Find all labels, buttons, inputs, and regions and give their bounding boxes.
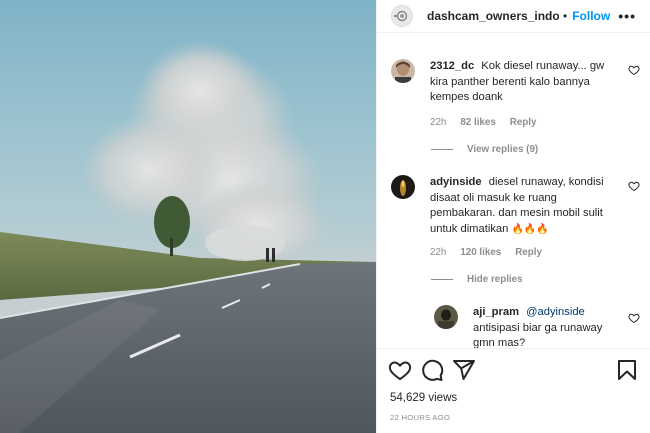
like-comment-heart-icon[interactable] — [628, 64, 640, 76]
dashcam-logo-icon — [394, 10, 408, 22]
fire-emoji: 🔥🔥🔥 — [511, 223, 549, 235]
comment-body: 2312_dc Kok diesel runaway... gw kira pa… — [430, 59, 614, 106]
comment-likes[interactable]: 82 likes — [460, 117, 495, 128]
hide-replies-toggle[interactable]: Hide replies — [431, 274, 523, 285]
separator-dot: • — [563, 9, 568, 23]
replies-line — [431, 149, 453, 150]
reply-mention[interactable]: @adyinside — [526, 306, 585, 318]
reply-text: antisipasi biar ga runaway gmn mas? — [473, 321, 603, 349]
author-username[interactable]: dashcam_owners_indonesia — [427, 9, 559, 23]
bookmark-icon[interactable] — [615, 358, 639, 382]
commenter-avatar[interactable] — [391, 59, 415, 83]
view-replies-toggle[interactable]: View replies (9) — [431, 144, 538, 155]
reply-button[interactable]: Reply — [515, 247, 542, 258]
post-timestamp[interactable]: 22 HOURS AGO — [390, 413, 450, 422]
reply-button[interactable]: Reply — [510, 117, 537, 128]
comment-username[interactable]: 2312_dc — [430, 60, 474, 72]
post-sidebar: dashcam_owners_indonesia • Follow ••• 23… — [376, 0, 650, 433]
post-actions: 54,629 views 22 HOURS AGO — [377, 348, 650, 433]
comment-username[interactable]: adyinside — [430, 176, 482, 188]
like-reply-heart-icon[interactable] — [628, 312, 640, 324]
reply-body: aji_pram @adyinside antisipasi biar ga r… — [473, 305, 614, 348]
video-frame-scene — [0, 40, 376, 433]
comments-list[interactable]: 2312_dc Kok diesel runaway... gw kira pa… — [377, 34, 650, 348]
author-avatar[interactable] — [391, 5, 413, 27]
comment-likes[interactable]: 120 likes — [460, 247, 501, 258]
avatar-photo-icon — [391, 175, 415, 199]
replier-avatar[interactable] — [434, 305, 458, 329]
reply-username[interactable]: aji_pram — [473, 306, 519, 318]
post-video[interactable] — [0, 0, 376, 433]
comment-meta: 22h 120 likes Reply — [430, 247, 556, 258]
follow-button[interactable]: Follow — [572, 9, 610, 23]
comment-body: adyinside diesel runaway, kondisi disaat… — [430, 175, 614, 237]
more-options-icon[interactable]: ••• — [618, 8, 636, 24]
avatar-photo-icon — [391, 59, 415, 83]
comment-meta: 22h 82 likes Reply — [430, 117, 550, 128]
avatar-photo-icon — [434, 305, 458, 329]
view-replies-label: View replies (9) — [467, 144, 539, 155]
share-icon[interactable] — [452, 358, 476, 382]
comment-age[interactable]: 22h — [430, 117, 446, 128]
post-header: dashcam_owners_indonesia • Follow ••• — [377, 0, 650, 33]
like-comment-heart-icon[interactable] — [628, 180, 640, 192]
comment-age[interactable]: 22h — [430, 247, 446, 258]
replies-line — [431, 279, 453, 280]
comment-icon[interactable] — [420, 358, 444, 382]
hide-replies-label: Hide replies — [467, 274, 523, 285]
view-count[interactable]: 54,629 views — [390, 392, 457, 404]
heart-icon[interactable] — [388, 358, 412, 382]
commenter-avatar[interactable] — [391, 175, 415, 199]
